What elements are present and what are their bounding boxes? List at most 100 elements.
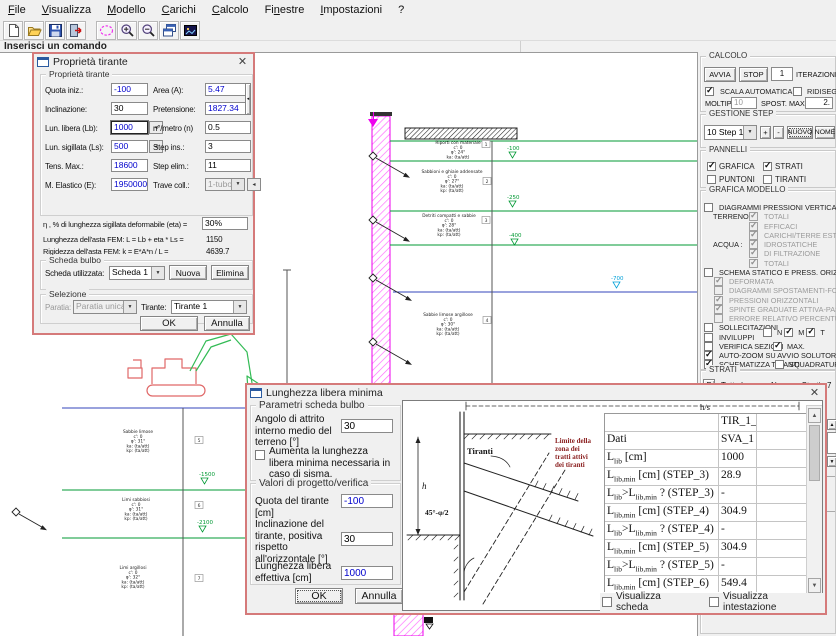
checkbox-label: IDROSTATICHE — [764, 240, 817, 249]
chevron-down-icon[interactable]: ▼ — [151, 267, 164, 279]
annulla-button[interactable]: Annulla — [355, 588, 403, 604]
new-document-icon[interactable] — [3, 21, 23, 40]
anchor-rod[interactable] — [19, 514, 44, 528]
step-combo[interactable]: 10 Step 12▼ — [704, 125, 757, 140]
group-title: GESTIONE STEP — [706, 109, 776, 118]
checkbox-inviluppi[interactable] — [704, 333, 713, 342]
input-tens-max[interactable]: 18600 — [111, 159, 148, 172]
scroll-up-icon[interactable]: ▲ — [808, 408, 821, 423]
checkbox-strati[interactable] — [763, 162, 772, 171]
checkbox-diagrammi-pressioni-verticali[interactable] — [704, 203, 713, 212]
visualizza-scheda-checkbox[interactable] — [602, 597, 612, 607]
field-label-step-ins: Step ins.: — [153, 143, 184, 152]
table-scrollbar[interactable]: ▲ ▼ — [806, 405, 823, 597]
menu-modello[interactable]: Modello — [99, 2, 154, 18]
input-lun-libera-lb[interactable]: 1000 — [111, 121, 148, 134]
step-plus-button[interactable]: + — [760, 126, 771, 139]
anchor-head-icon[interactable] — [12, 508, 20, 516]
menu-finestre[interactable]: Finestre — [257, 2, 313, 18]
exit-icon[interactable] — [66, 21, 86, 40]
table-row[interactable]: Llib>Llib,min ? (STEP_4)- — [605, 522, 806, 540]
lunghezza-table[interactable]: TIR_1_1DatiSVA_1Llib [cm]1000Llib,min [c… — [604, 413, 806, 592]
input-step-elim[interactable]: 11 — [205, 159, 251, 172]
step-minus-button[interactable]: - — [773, 126, 784, 139]
input-quota-iniz[interactable]: -100 — [111, 83, 148, 96]
table-row[interactable]: Llib>Llib,min ? (STEP_5)- — [605, 558, 806, 576]
checkbox-grafica[interactable] — [707, 162, 716, 171]
table-row[interactable]: Llib,min [cm] (STEP_6)549.4 — [605, 576, 806, 592]
table-row[interactable]: Llib,min [cm] (STEP_5)304.9 — [605, 540, 806, 558]
area-scroll-button[interactable]: ◂ — [245, 83, 251, 115]
checkbox-schema-statico-e-press-orizzontal[interactable] — [704, 268, 713, 277]
input-lun-sigillata-ls[interactable]: 500 — [111, 140, 148, 153]
menu-file[interactable]: File — [0, 2, 34, 18]
close-icon[interactable]: ✕ — [235, 56, 250, 69]
lunghezza-libera-input[interactable]: 1000 — [341, 566, 393, 580]
table-row[interactable]: Llib [cm]1000 — [605, 450, 806, 468]
sisma-checkbox[interactable] — [255, 450, 265, 460]
menu-help[interactable]: ? — [390, 2, 412, 18]
strati-scroll-up-button[interactable]: ▲ — [827, 419, 836, 430]
soil-label: ka: (ta/att) — [447, 154, 470, 160]
angolo-attrito-input[interactable]: 30 — [341, 419, 393, 433]
distributed-load[interactable] — [405, 128, 517, 139]
checkbox-puntoni[interactable] — [707, 175, 716, 184]
nome-button[interactable]: NOME — [815, 126, 835, 139]
scala-automatica-checkbox[interactable] — [705, 87, 714, 96]
zoom-window-icon[interactable] — [96, 21, 116, 40]
tirante-combo[interactable]: Tirante 1▼ — [171, 300, 247, 314]
checkbox-sollecitazioni[interactable] — [704, 323, 713, 332]
dialog-titlebar[interactable]: Lunghezza libera minima ✕ — [247, 385, 825, 401]
zoom-out-icon[interactable] — [138, 21, 158, 40]
ridisegna-checkbox[interactable] — [793, 87, 802, 96]
lunghezza-libera-dialog: Lunghezza libera minima ✕ Parametri sche… — [245, 383, 827, 615]
nuovo-button[interactable]: NUOVO — [787, 126, 813, 139]
open-file-icon[interactable] — [24, 21, 44, 40]
ok-button[interactable]: OK — [295, 588, 343, 604]
moltip-input[interactable]: 10 — [731, 97, 757, 109]
input-n-metro-n[interactable]: 0.5 — [205, 121, 251, 134]
row-label — [605, 414, 719, 431]
menu-visualizza[interactable]: Visualizza — [34, 2, 99, 18]
save-icon[interactable] — [45, 21, 65, 40]
zoom-in-icon[interactable] — [117, 21, 137, 40]
scheda-combo[interactable]: Scheda 1▼ — [109, 266, 165, 280]
anchor-arrow-icon — [405, 360, 412, 365]
checkbox-max[interactable] — [773, 342, 782, 351]
menu-carichi[interactable]: Carichi — [154, 2, 204, 18]
avvia-button[interactable]: AVVIA — [704, 67, 736, 82]
strati-scroll-down-button[interactable]: ▼ — [827, 456, 836, 467]
cascade-windows-icon[interactable] — [159, 21, 179, 40]
table-row[interactable]: DatiSVA_1 — [605, 432, 806, 450]
table-row[interactable]: Llib,min [cm] (STEP_4)304.9 — [605, 504, 806, 522]
visualizza-intestazione-checkbox[interactable] — [709, 597, 719, 607]
ok-button[interactable]: OK — [140, 316, 198, 331]
annulla-button[interactable]: Annulla — [204, 316, 250, 331]
stop-button[interactable]: STOP — [739, 67, 768, 82]
strati-listbox[interactable] — [827, 432, 836, 454]
dialog-titlebar[interactable]: Proprietà tirante ✕ — [34, 54, 253, 70]
menu-impostazioni[interactable]: Impostazioni — [312, 2, 390, 18]
eta-input[interactable]: 30% — [202, 217, 248, 230]
table-row[interactable]: Llib,min [cm] (STEP_3)28.9 — [605, 468, 806, 486]
elimina-button[interactable]: Elimina — [211, 265, 249, 280]
nuova-button[interactable]: Nuova — [169, 265, 207, 280]
elevation-label: -2100 — [197, 520, 213, 526]
checkbox-squadratura[interactable] — [775, 360, 784, 369]
table-row[interactable]: TIR_1_1 — [605, 414, 806, 432]
chevron-down-icon[interactable]: ▼ — [743, 126, 756, 139]
table-row[interactable]: Llib>Llib,min ? (STEP_3)- — [605, 486, 806, 504]
side-button-trave-coll[interactable]: ◂ — [247, 178, 261, 191]
quota-tirante-input[interactable]: -100 — [341, 494, 393, 508]
checkbox-tiranti[interactable] — [763, 175, 772, 184]
inclinazione-input[interactable]: 30 — [341, 532, 393, 546]
chevron-down-icon[interactable]: ▼ — [233, 301, 246, 313]
input-step-ins[interactable]: 3 — [205, 140, 251, 153]
input-inclinazione[interactable]: 30 — [111, 102, 148, 115]
close-icon[interactable]: ✕ — [807, 387, 822, 400]
scrollbar-thumb[interactable] — [809, 425, 820, 481]
render-view-icon[interactable] — [180, 21, 200, 40]
input-m-elastico-e[interactable]: 1950000 — [111, 178, 148, 191]
elevation-label: -400 — [509, 233, 522, 239]
menu-calcolo[interactable]: Calcolo — [204, 2, 257, 18]
